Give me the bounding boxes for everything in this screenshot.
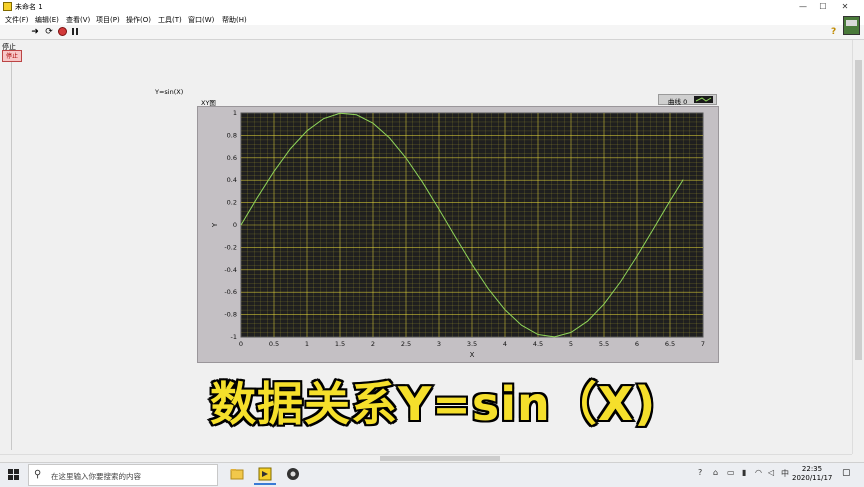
volume-icon[interactable]: ◁ [768, 468, 774, 477]
vertical-scrollbar[interactable] [852, 40, 864, 454]
wifi-icon[interactable]: ◠ [755, 468, 762, 477]
menu-file[interactable]: 文件(F) [5, 15, 29, 25]
recording-app-icon[interactable] [282, 465, 304, 485]
run-arrow-icon[interactable]: ➜ [30, 27, 40, 37]
labview-taskbar-icon[interactable] [254, 465, 276, 485]
file-explorer-icon[interactable] [226, 465, 248, 485]
taskbar-search-input[interactable]: ⚲ 在这里输入你要搜索的内容 [28, 464, 218, 486]
windows-start-icon[interactable] [8, 469, 20, 481]
title-bar: 未命名 1 — ☐ ✕ [0, 0, 864, 14]
menu-operate[interactable]: 操作(O) [126, 15, 151, 25]
function-label: Y=sin(X) [155, 88, 184, 96]
horizontal-scroll-thumb[interactable] [380, 456, 500, 461]
network-icon[interactable]: ⌂ [713, 468, 718, 477]
maximize-button[interactable]: ☐ [816, 1, 830, 12]
panel-divider [11, 50, 12, 450]
input-language-indicator[interactable]: 中 [781, 468, 789, 479]
xy-graph-frame [197, 106, 719, 363]
menu-view[interactable]: 查看(V) [66, 15, 90, 25]
search-placeholder: 在这里输入你要搜索的内容 [51, 472, 141, 481]
toolbar: ➜ ⟳ [0, 25, 864, 40]
close-button[interactable]: ✕ [838, 1, 852, 12]
pause-icon[interactable] [70, 27, 80, 37]
people-icon[interactable]: ▭ [727, 468, 735, 477]
taskbar-clock[interactable]: 22:35 2020/11/17 [792, 465, 832, 483]
window-title: 未命名 1 [15, 3, 43, 11]
notification-icon[interactable]: ▢ [842, 468, 854, 480]
menu-project[interactable]: 项目(P) [96, 15, 120, 25]
abort-icon[interactable] [57, 27, 67, 37]
search-icon: ⚲ [34, 469, 42, 480]
menu-tools[interactable]: 工具(T) [158, 15, 182, 25]
vertical-scroll-thumb[interactable] [855, 60, 862, 360]
vi-connector-icon[interactable] [843, 16, 860, 35]
menu-window[interactable]: 窗口(W) [188, 15, 214, 25]
help-tray-icon[interactable]: ? [698, 468, 702, 477]
video-caption: 数据关系Y=sin（X) [208, 375, 657, 433]
plot-legend[interactable]: 曲线 0 [658, 94, 717, 106]
microphone-icon[interactable]: ▮ [742, 468, 746, 477]
legend-plot-name: 曲线 0 [668, 98, 688, 106]
labview-app-icon [3, 2, 12, 11]
legend-line-swatch [694, 96, 713, 103]
stop-button[interactable]: 停止 [2, 50, 22, 62]
clock-time: 22:35 [801, 465, 823, 473]
menu-bar: 文件(F) 编辑(E) 查看(V) 项目(P) 操作(O) 工具(T) 窗口(W… [0, 13, 864, 25]
taskbar: ⚲ 在这里输入你要搜索的内容 ? ⌂ ▭ ▮ ◠ ◁ 中 22:35 2020/… [0, 462, 864, 487]
menu-help[interactable]: 帮助(H) [222, 15, 247, 25]
clock-date: 2020/11/17 [792, 474, 833, 482]
help-icon[interactable]: ? [831, 27, 836, 37]
menu-edit[interactable]: 编辑(E) [35, 15, 59, 25]
minimize-button[interactable]: — [796, 1, 810, 12]
run-continuously-icon[interactable]: ⟳ [44, 27, 54, 37]
